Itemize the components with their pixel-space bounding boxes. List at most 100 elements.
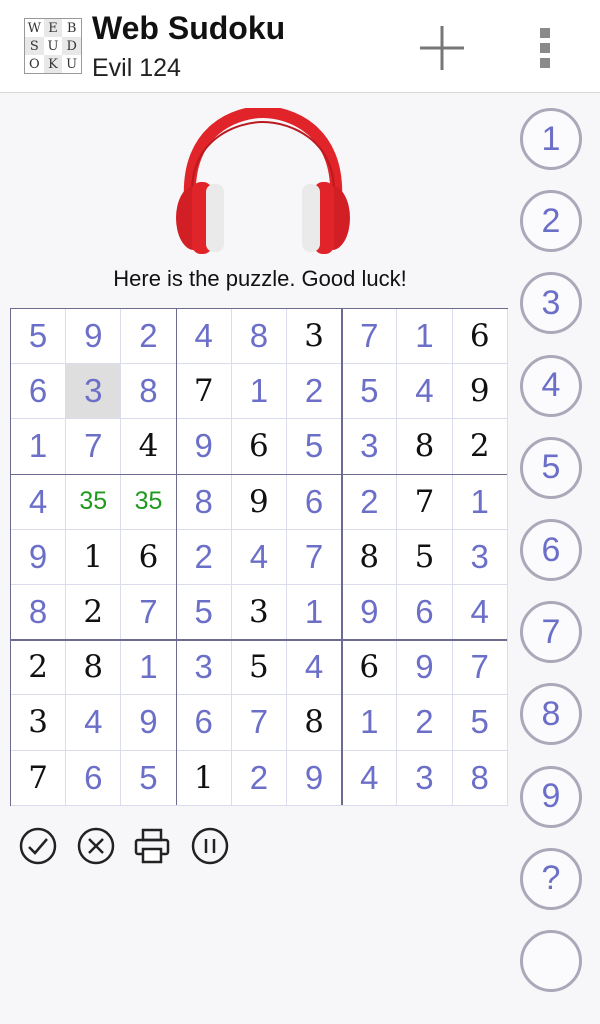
sudoku-cell[interactable]: 2 <box>452 419 508 475</box>
sudoku-cell[interactable]: 7 <box>231 695 287 751</box>
sudoku-cell[interactable]: 9 <box>176 419 232 475</box>
sudoku-cell[interactable]: 4 <box>66 695 122 751</box>
sudoku-cell[interactable]: 1 <box>231 364 287 420</box>
sudoku-cell[interactable]: 4 <box>342 750 398 806</box>
sudoku-cell[interactable]: 6 <box>397 585 453 641</box>
sudoku-cell[interactable]: 5 <box>176 585 232 641</box>
logo-letter: U <box>47 38 59 54</box>
sudoku-cell[interactable]: 1 <box>11 419 67 475</box>
sudoku-grid: 5 9 2 4 8 3 7 1 6 6 3 8 7 1 2 5 4 9 1 7 4 9 6 5 3 8 2 4 35 35 8 9 6 2 7 1 9 1… <box>10 308 508 806</box>
sudoku-cell[interactable]: 3 <box>176 640 232 696</box>
sudoku-cell[interactable]: 8 <box>66 640 122 696</box>
new-puzzle-button[interactable] <box>418 24 466 72</box>
sudoku-cell[interactable]: 9 <box>287 750 343 806</box>
sudoku-cell[interactable]: 2 <box>121 309 177 365</box>
numpad-erase-button[interactable] <box>520 930 582 992</box>
sudoku-cell[interactable]: 2 <box>287 364 343 420</box>
numpad-button-2[interactable]: 2 <box>520 190 582 253</box>
sudoku-cell[interactable]: 4 <box>231 529 287 585</box>
numpad-button-3[interactable]: 3 <box>520 272 582 335</box>
sudoku-cell[interactable]: 3 <box>11 695 67 751</box>
sudoku-cell[interactable]: 6 <box>66 750 122 806</box>
sudoku-cell[interactable]: 8 <box>121 364 177 420</box>
clear-button[interactable] <box>76 826 116 866</box>
sudoku-cell[interactable]: 2 <box>231 750 287 806</box>
sudoku-cell[interactable]: 9 <box>342 585 398 641</box>
numpad-button-9[interactable]: 9 <box>520 765 582 828</box>
numpad-hint-button[interactable]: ? <box>520 847 582 910</box>
sudoku-cell[interactable]: 1 <box>176 750 232 806</box>
sudoku-cell[interactable]: 9 <box>121 695 177 751</box>
sudoku-cell[interactable]: 7 <box>397 474 453 530</box>
sudoku-cell[interactable]: 6 <box>121 529 177 585</box>
sudoku-cell[interactable]: 9 <box>452 364 508 420</box>
pause-button[interactable] <box>190 826 230 866</box>
sudoku-cell[interactable]: 6 <box>342 640 398 696</box>
sudoku-cell[interactable]: 1 <box>342 695 398 751</box>
sudoku-cell[interactable]: 7 <box>342 309 398 365</box>
numpad-button-1[interactable]: 1 <box>520 108 582 170</box>
sudoku-cell[interactable]: 6 <box>176 695 232 751</box>
sudoku-cell[interactable]: 5 <box>121 750 177 806</box>
sudoku-cell[interactable]: 4 <box>121 419 177 475</box>
sudoku-cell[interactable]: 6 <box>452 309 508 365</box>
sudoku-cell[interactable]: 8 <box>11 585 67 641</box>
sudoku-cell[interactable]: 1 <box>452 474 508 530</box>
sudoku-cell[interactable]: 5 <box>11 309 67 365</box>
sudoku-cell[interactable]: 6 <box>231 419 287 475</box>
overflow-menu-button[interactable] <box>530 22 560 72</box>
sudoku-cell[interactable]: 5 <box>397 529 453 585</box>
sudoku-cell[interactable]: 6 <box>11 364 67 420</box>
print-button[interactable] <box>132 826 172 866</box>
sudoku-cell[interactable]: 2 <box>397 695 453 751</box>
sudoku-cell[interactable]: 7 <box>121 585 177 641</box>
sudoku-cell[interactable]: 5 <box>231 640 287 696</box>
numpad-button-5[interactable]: 5 <box>520 436 582 499</box>
sudoku-cell[interactable]: 7 <box>11 750 67 806</box>
sudoku-cell[interactable]: 1 <box>66 529 122 585</box>
sudoku-cell[interactable]: 8 <box>231 309 287 365</box>
sudoku-cell[interactable]: 9 <box>66 309 122 365</box>
sudoku-cell[interactable]: 6 <box>287 474 343 530</box>
sudoku-cell[interactable]: 9 <box>231 474 287 530</box>
sudoku-cell[interactable]: 4 <box>452 585 508 641</box>
sudoku-cell[interactable]: 8 <box>397 419 453 475</box>
numpad-button-7[interactable]: 7 <box>520 601 582 664</box>
sudoku-cell[interactable]: 9 <box>397 640 453 696</box>
check-button[interactable] <box>18 826 58 866</box>
sudoku-cell[interactable]: 4 <box>397 364 453 420</box>
sudoku-cell[interactable]: 4 <box>11 474 67 530</box>
sudoku-cell[interactable]: 7 <box>176 364 232 420</box>
sudoku-cell[interactable]: 35 <box>121 474 177 530</box>
sudoku-cell[interactable]: 1 <box>397 309 453 365</box>
sudoku-cell[interactable]: 2 <box>342 474 398 530</box>
sudoku-cell[interactable]: 8 <box>287 695 343 751</box>
sudoku-cell[interactable]: 35 <box>66 474 122 530</box>
sudoku-cell[interactable]: 1 <box>121 640 177 696</box>
sudoku-cell[interactable]: 7 <box>452 640 508 696</box>
sudoku-cell[interactable]: 4 <box>287 640 343 696</box>
sudoku-cell[interactable]: 2 <box>11 640 67 696</box>
sudoku-cell[interactable]: 3 <box>342 419 398 475</box>
sudoku-cell[interactable]: 3 <box>397 750 453 806</box>
numpad-button-6[interactable]: 6 <box>520 519 582 581</box>
sudoku-cell[interactable]: 5 <box>452 695 508 751</box>
sudoku-cell[interactable]: 8 <box>176 474 232 530</box>
numpad-button-4[interactable]: 4 <box>520 354 582 417</box>
sudoku-cell[interactable]: 7 <box>287 529 343 585</box>
sudoku-cell[interactable]: 1 <box>287 585 343 641</box>
numpad-button-8[interactable]: 8 <box>520 683 582 746</box>
sudoku-cell[interactable]: 5 <box>287 419 343 475</box>
sudoku-cell[interactable]: 8 <box>452 750 508 806</box>
sudoku-cell[interactable]: 3 <box>452 529 508 585</box>
sudoku-cell[interactable]: 8 <box>342 529 398 585</box>
sudoku-cell[interactable]: 5 <box>342 364 398 420</box>
sudoku-cell[interactable]: 2 <box>66 585 122 641</box>
sudoku-cell-selected[interactable]: 3 <box>66 364 122 420</box>
sudoku-cell[interactable]: 9 <box>11 529 67 585</box>
sudoku-cell[interactable]: 3 <box>231 585 287 641</box>
sudoku-cell[interactable]: 3 <box>287 309 343 365</box>
sudoku-cell[interactable]: 4 <box>176 309 232 365</box>
sudoku-cell[interactable]: 2 <box>176 529 232 585</box>
sudoku-cell[interactable]: 7 <box>66 419 122 475</box>
